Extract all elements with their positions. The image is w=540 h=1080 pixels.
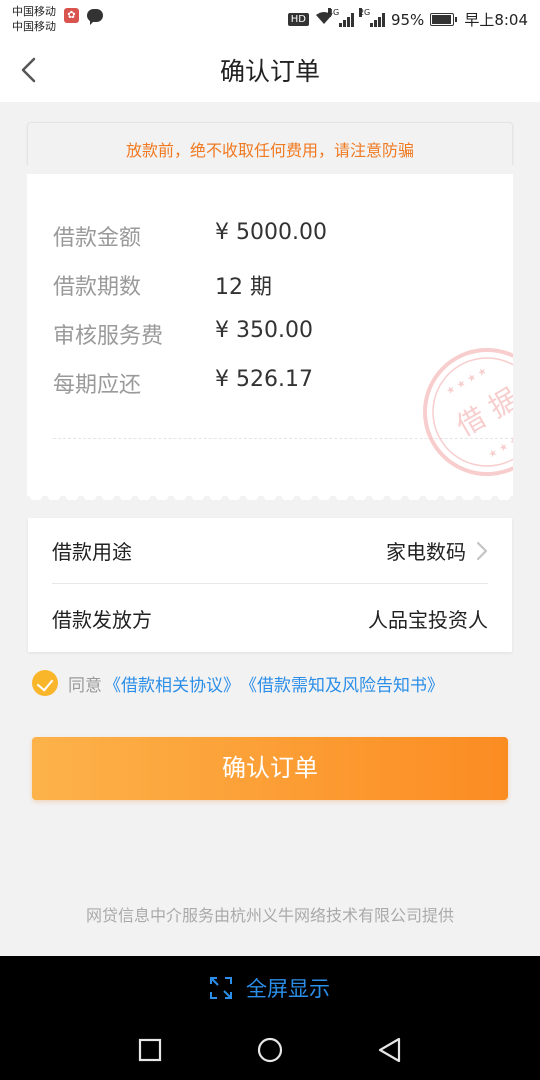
loan-agreement-link[interactable]: 《借款相关协议》 (104, 671, 240, 696)
message-notification-icon (87, 9, 103, 25)
installment-value: ¥ 526.17 (215, 367, 313, 392)
iou-stamp-icon: 借 据 ★ ★ ★ ★ ★ ★ ★ (423, 348, 513, 476)
battery-percent: 95% (390, 10, 425, 29)
installment-label: 每期应还 (53, 373, 142, 398)
svg-text:★ ★ ★ ★: ★ ★ ★ ★ (444, 365, 489, 397)
loan-amount-value: ¥ 5000.00 (215, 220, 327, 245)
confirm-order-button[interactable]: 确认订单 (32, 737, 508, 800)
hd-icon: HD (287, 13, 309, 26)
page-title: 确认订单 (219, 57, 320, 86)
fullscreen-bar[interactable]: 全屏显示 (0, 956, 540, 1020)
svg-text:★ ★ ★: ★ ★ ★ (487, 435, 513, 461)
service-fee-value: ¥ 350.00 (215, 318, 313, 343)
carrier-2: 中国移动 (12, 20, 56, 33)
loan-periods-label: 借款期数 (53, 275, 142, 300)
app-notification-icon: ✿ (64, 8, 79, 23)
installment-row: 每期应还 ¥ 526.17 (53, 367, 313, 399)
system-back-icon[interactable] (376, 1036, 404, 1064)
loan-purpose-row[interactable]: 借款用途 家电数码 (52, 518, 488, 584)
system-nav-bar (0, 1020, 540, 1080)
risk-disclosure-link[interactable]: 《借款需知及风险告知书》 (240, 671, 444, 696)
recent-apps-icon[interactable] (136, 1036, 164, 1064)
carrier-names: 中国移动 中国移动 (12, 4, 56, 34)
service-fee-row: 审核服务费 ¥ 350.00 (53, 318, 313, 350)
agreement-line: 同意 《借款相关协议》 《借款需知及风险告知书》 (32, 670, 444, 696)
fullscreen-label: 全屏显示 (246, 977, 330, 1001)
signal-1-icon: 4G (327, 7, 354, 27)
clock: 早上8:04 (464, 11, 528, 29)
lender-row: 借款发放方 人品宝投资人 (52, 585, 488, 651)
home-icon[interactable] (256, 1036, 284, 1064)
app-header: 确认订单 (0, 38, 540, 102)
service-provider-note: 网贷信息中介服务由杭州义牛网络技术有限公司提供 (85, 906, 454, 925)
loan-purpose-value: 家电数码 (386, 540, 466, 564)
carrier-1: 中国移动 (12, 5, 56, 18)
lender-label: 借款发放方 (52, 607, 152, 632)
fullscreen-icon (210, 977, 232, 999)
anti-fraud-warning: 放款前，绝不收取任何费用，请注意防骗 (125, 141, 414, 160)
ticket-scallop-edge (27, 488, 513, 500)
notice-strip: 放款前，绝不收取任何费用，请注意防骗 (27, 122, 513, 174)
loan-amount-row: 借款金额 ¥ 5000.00 (53, 220, 327, 252)
loan-purpose-label: 借款用途 (52, 540, 132, 564)
agree-checkbox-icon[interactable] (32, 670, 58, 696)
signal-2-icon: 2G (358, 7, 385, 27)
network-type-2: 2G (358, 7, 371, 17)
loan-periods-value: 12 期 (215, 275, 272, 300)
agree-prefix: 同意 (68, 675, 102, 696)
loan-amount-label: 借款金额 (53, 226, 142, 251)
network-type-1: 4G (327, 7, 340, 17)
loan-periods-row: 借款期数 12 期 (53, 269, 272, 301)
lender-value: 人品宝投资人 (368, 607, 488, 632)
service-fee-label: 审核服务费 (53, 324, 164, 349)
loan-summary-card: 借款金额 ¥ 5000.00 借款期数 12 期 审核服务费 ¥ 350.00 … (27, 174, 513, 496)
battery-icon (430, 13, 458, 26)
status-bar: 中国移动 中国移动 ✿ HD 4G 2G 95% 早上8:04 (0, 0, 540, 38)
loan-details-card: 借款用途 家电数码 借款发放方 人品宝投资人 (28, 518, 512, 652)
chevron-right-icon (476, 541, 488, 560)
